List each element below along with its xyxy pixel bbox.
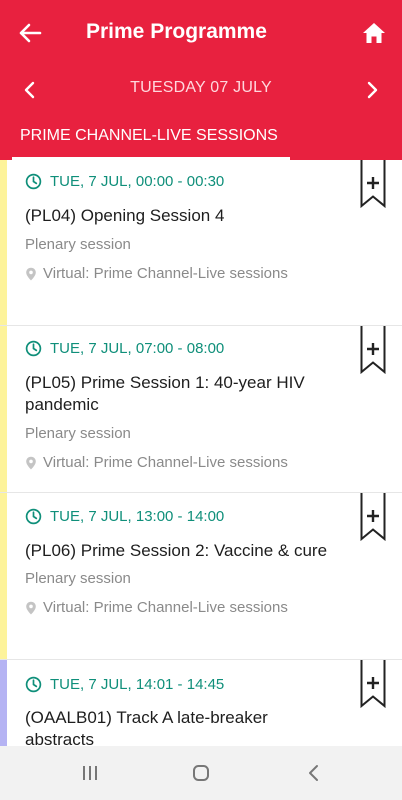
clock-icon [25,508,42,525]
system-home-icon [193,765,209,781]
session-list[interactable]: TUE, 7 JUL, 00:00 - 00:30 (PL04) Opening… [0,160,402,746]
system-back-button[interactable] [300,759,328,787]
session-time: TUE, 7 JUL, 13:00 - 14:00 [50,508,225,525]
session-time-row: TUE, 7 JUL, 13:00 - 14:00 [25,508,224,525]
bookmark-add-icon[interactable] [360,493,386,541]
system-home-button[interactable] [187,759,215,787]
map-pin-icon [26,267,36,280]
session-location: Virtual: Prime Channel-Live sessions [43,454,288,471]
session-location: Virtual: Prime Channel-Live sessions [43,265,288,282]
tab-prime-channel-live-sessions[interactable]: PRIME CHANNEL-LIVE SESSIONS [12,116,290,160]
recents-button[interactable] [76,759,104,787]
session-location-row: Virtual: Prime Channel-Live sessions [25,265,288,282]
current-date: TUESDAY 07 JULY [130,79,272,96]
bookmark-add-icon[interactable] [360,660,386,708]
tab-label: PRIME CHANNEL-LIVE SESSIONS [20,127,278,144]
app-header: Prime Programme TUESDAY 07 JULY PRIME CH… [0,0,402,160]
arrow-left-icon [19,23,42,43]
session-time: TUE, 7 JUL, 14:01 - 14:45 [50,676,225,693]
bookmark-add-icon[interactable] [360,326,386,374]
date-navigator: TUESDAY 07 JULY [0,70,402,110]
session-time-row: TUE, 7 JUL, 00:00 - 00:30 [25,173,224,190]
session-card[interactable]: TUE, 7 JUL, 13:00 - 14:00 (PL06) Prime S… [0,493,402,660]
bookmark-add-icon[interactable] [360,160,386,208]
clock-icon [25,340,42,357]
session-type: Plenary session [25,425,131,442]
next-day-button[interactable] [358,76,386,104]
session-location-row: Virtual: Prime Channel-Live sessions [25,599,288,616]
session-location-row: Virtual: Prime Channel-Live sessions [25,454,288,471]
system-navigation-bar [0,746,402,800]
session-title: (PL04) Opening Session 4 [25,206,225,225]
home-button[interactable] [358,17,390,49]
clock-icon [25,676,42,693]
session-card[interactable]: TUE, 7 JUL, 14:01 - 14:45 (OAALB01) Trac… [0,660,402,746]
map-pin-icon [26,456,36,469]
track-color-stripe [0,160,7,325]
page-title: Prime Programme [86,20,267,43]
track-color-stripe [0,493,7,659]
session-time-row: TUE, 7 JUL, 07:00 - 08:00 [25,340,224,357]
session-type: Plenary session [25,236,131,253]
session-type: Plenary session [25,570,131,587]
home-icon [363,23,385,43]
top-app-bar: Prime Programme [0,0,402,66]
session-title: (PL05) Prime Session 1: 40-year HIV pand… [25,373,305,414]
recents-icon [83,766,97,780]
session-card[interactable]: TUE, 7 JUL, 07:00 - 08:00 (PL05) Prime S… [0,326,402,493]
track-color-stripe [0,326,7,492]
session-title: (OAALB01) Track A late-breaker abstracts [25,708,268,746]
clock-icon [25,173,42,190]
session-time: TUE, 7 JUL, 07:00 - 08:00 [50,340,225,357]
back-button[interactable] [14,17,46,49]
chevron-right-icon [367,81,378,99]
map-pin-icon [26,601,36,614]
track-color-stripe [0,660,7,746]
session-time: TUE, 7 JUL, 00:00 - 00:30 [50,173,225,190]
session-location: Virtual: Prime Channel-Live sessions [43,599,288,616]
session-title: (PL06) Prime Session 2: Vaccine & cure [25,541,328,560]
session-card[interactable]: TUE, 7 JUL, 00:00 - 00:30 (PL04) Opening… [0,160,402,326]
system-back-icon [309,765,318,781]
session-time-row: TUE, 7 JUL, 14:01 - 14:45 [25,676,224,693]
